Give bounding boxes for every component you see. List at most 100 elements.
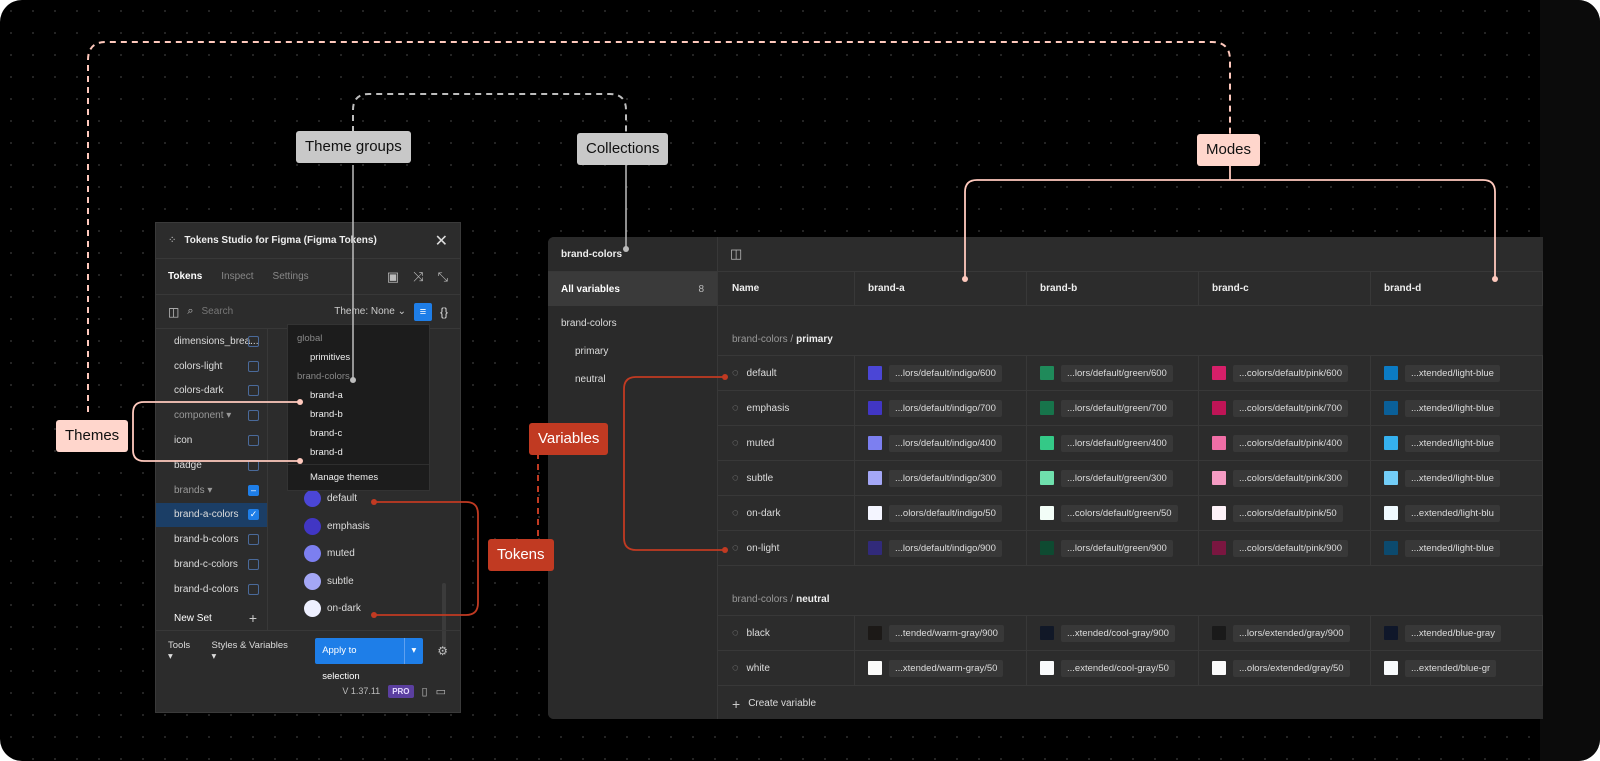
mode-value-cell[interactable]: ...colors/default/pink/900	[1199, 531, 1371, 565]
column-header-mode[interactable]: brand-c	[1199, 272, 1371, 305]
table-row[interactable]: ◌ default ...lors/default/indigo/600 ...lor…	[718, 356, 1543, 391]
mode-value-cell[interactable]: ...olors/extended/gray/50	[1199, 651, 1371, 685]
variable-name-cell[interactable]: ◌ subtle	[718, 461, 855, 495]
column-header-mode[interactable]: brand-d	[1371, 272, 1543, 305]
token-set-active[interactable]: brand-a-colors ✓	[156, 502, 267, 528]
sidebar-item-collection[interactable]: brand-colors	[548, 310, 717, 338]
token-set[interactable]: colors-dark	[156, 379, 267, 404]
styles-variables-menu[interactable]: Styles & Variables ▾	[212, 640, 296, 662]
close-icon[interactable]: ✕	[435, 231, 448, 251]
table-row[interactable]: ◌ muted ...lors/default/indigo/400 ...lors/…	[718, 426, 1543, 461]
mode-value-cell[interactable]: ...xtended/blue-gray	[1371, 616, 1543, 650]
token-set[interactable]: icon	[156, 428, 267, 453]
token-item[interactable]: subtle	[304, 568, 370, 596]
mode-value-cell[interactable]: ...tended/warm-gray/900	[855, 616, 1027, 650]
sidebar-toggle-icon[interactable]: ◫	[730, 246, 742, 262]
docs-icon[interactable]: ▣	[387, 269, 399, 285]
theme-selector[interactable]: Theme: None ⌄	[334, 306, 406, 317]
mode-value-cell[interactable]: ...lors/default/indigo/900	[855, 531, 1027, 565]
mode-value-cell[interactable]: ...colors/default/pink/700	[1199, 391, 1371, 425]
mode-value-cell[interactable]: ...colors/default/pink/600	[1199, 356, 1371, 390]
mode-value-cell[interactable]: ...extended/blue-gr	[1371, 651, 1543, 685]
token-set-checkbox[interactable]	[248, 583, 259, 595]
mode-value-cell[interactable]: ...extended/cool-gray/50	[1027, 651, 1199, 685]
mode-value-cell[interactable]: ...lors/default/indigo/600	[855, 356, 1027, 390]
mode-value-cell[interactable]: ...xtended/light-blue	[1371, 531, 1543, 565]
collapse-icon[interactable]: ⤡	[438, 269, 448, 285]
mode-value-cell[interactable]: ...lors/default/green/600	[1027, 356, 1199, 390]
token-set-checkbox[interactable]	[248, 385, 259, 397]
search-input[interactable]: Search	[202, 306, 234, 317]
table-row[interactable]: ◌ subtle ...lors/default/indigo/300 ...lors…	[718, 461, 1543, 496]
token-set[interactable]: brand-b-colors	[156, 527, 267, 552]
table-row[interactable]: ◌ on-light ...lors/default/indigo/900 ...lo…	[718, 531, 1543, 566]
mode-value-cell[interactable]: ...lors/default/green/900	[1027, 531, 1199, 565]
token-set-folder[interactable]: brands ▾ –	[156, 478, 267, 503]
mode-value-cell[interactable]: ...lors/default/indigo/700	[855, 391, 1027, 425]
mode-value-cell[interactable]: ...extended/light-blu	[1371, 496, 1543, 530]
manage-themes-button[interactable]: Manage themes	[288, 464, 429, 490]
theme-option[interactable]: brand-b	[288, 405, 429, 424]
mode-value-cell[interactable]: ...xtended/light-blue	[1371, 426, 1543, 460]
token-set-checkbox[interactable]	[248, 534, 259, 546]
create-variable-button[interactable]: + Create variable	[718, 686, 1543, 719]
table-row[interactable]: ◌ on-dark ...olors/default/indigo/50 ...col…	[718, 496, 1543, 531]
mode-value-cell[interactable]: ...colors/default/pink/400	[1199, 426, 1371, 460]
token-item[interactable]: emphasis	[304, 513, 370, 541]
mode-value-cell[interactable]: ...xtended/cool-gray/900	[1027, 616, 1199, 650]
mode-value-cell[interactable]: ...xtended/light-blue	[1371, 391, 1543, 425]
mode-value-cell[interactable]: ...lors/default/green/400	[1027, 426, 1199, 460]
json-view-button[interactable]: {}	[440, 305, 448, 319]
token-set-checkbox[interactable]	[248, 435, 259, 447]
all-variables-item[interactable]: All variables 8	[548, 272, 717, 306]
token-item[interactable]: on-dark	[304, 595, 370, 623]
table-row[interactable]: ◌ emphasis ...lors/default/indigo/700 ...lo…	[718, 391, 1543, 426]
tab-inspect[interactable]: Inspect	[221, 271, 253, 282]
mode-value-cell[interactable]: ...lors/default/green/300	[1027, 461, 1199, 495]
token-set[interactable]: brand-c-colors	[156, 552, 267, 577]
variable-name-cell[interactable]: ◌ white	[718, 651, 855, 685]
mode-value-cell[interactable]: ...colors/default/pink/50	[1199, 496, 1371, 530]
variable-name-cell[interactable]: ◌ black	[718, 616, 855, 650]
list-view-button[interactable]: ≡	[413, 302, 432, 321]
token-set-checkbox[interactable]	[248, 410, 259, 422]
feedback-icon[interactable]: ▭	[436, 685, 446, 698]
apply-to-selection-button[interactable]: Apply to selection ▾	[315, 637, 424, 682]
theme-option[interactable]: brand-d	[288, 443, 429, 462]
variable-name-cell[interactable]: ◌ on-dark	[718, 496, 855, 530]
variable-name-cell[interactable]: ◌ muted	[718, 426, 855, 460]
mode-value-cell[interactable]: ...lors/default/green/700	[1027, 391, 1199, 425]
mode-value-cell[interactable]: ...xtended/light-blue	[1371, 461, 1543, 495]
mode-value-cell[interactable]: ...olors/default/indigo/50	[855, 496, 1027, 530]
token-set[interactable]: brand-d-colors	[156, 577, 267, 602]
token-set[interactable]: colors-light	[156, 354, 267, 379]
column-header-mode[interactable]: brand-b	[1027, 272, 1199, 305]
mode-value-cell[interactable]: ...lors/default/indigo/300	[855, 461, 1027, 495]
token-set-checkbox[interactable]	[248, 559, 259, 571]
token-set[interactable]: badge	[156, 453, 267, 478]
theme-option[interactable]: primitives	[288, 348, 429, 367]
chevron-down-icon[interactable]: ▾	[404, 637, 416, 664]
sidebar-toggle-icon[interactable]: ◫	[168, 305, 179, 319]
device-icon[interactable]: ▯	[422, 685, 428, 698]
tab-tokens[interactable]: Tokens	[168, 271, 202, 282]
token-set[interactable]: dimensions_brea...	[156, 329, 267, 354]
token-set-checkbox[interactable]	[248, 335, 259, 347]
new-set-button[interactable]: New Set +	[156, 606, 267, 631]
theme-option[interactable]: brand-a	[288, 386, 429, 405]
mode-value-cell[interactable]: ...lors/default/indigo/400	[855, 426, 1027, 460]
mode-value-cell[interactable]: ...lors/extended/gray/900	[1199, 616, 1371, 650]
tools-menu[interactable]: Tools ▾	[168, 640, 198, 662]
gear-icon[interactable]: ⚙	[437, 644, 448, 658]
table-row[interactable]: ◌ black ...tended/warm-gray/900 ...xtended/…	[718, 616, 1543, 651]
theme-option[interactable]: brand-c	[288, 424, 429, 443]
mode-value-cell[interactable]: ...colors/default/pink/300	[1199, 461, 1371, 495]
token-item[interactable]: muted	[304, 540, 370, 568]
token-set-checkbox-checked[interactable]: ✓	[248, 509, 259, 521]
variable-name-cell[interactable]: ◌ default	[718, 356, 855, 390]
shuffle-icon[interactable]: ⤨	[413, 269, 423, 285]
token-set-checkbox[interactable]	[248, 360, 259, 372]
variable-name-cell[interactable]: ◌ on-light	[718, 531, 855, 565]
mode-value-cell[interactable]: ...colors/default/green/50	[1027, 496, 1199, 530]
token-set-folder[interactable]: component ▾	[156, 403, 267, 428]
